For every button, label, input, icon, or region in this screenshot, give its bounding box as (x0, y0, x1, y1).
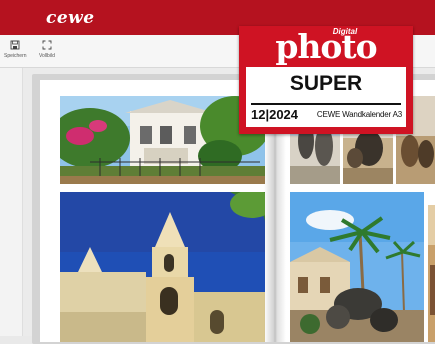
badge-product: CEWE Wandkalender A3 (316, 110, 402, 119)
badge-verdict: SUPER (289, 72, 363, 95)
fullscreen-label: Vollbild (39, 53, 55, 59)
cewe-logo[interactable]: cewe (46, 8, 95, 28)
save-label: Speichern (4, 53, 27, 59)
photo-church[interactable] (60, 192, 265, 342)
badge-issue: 12|2024 (251, 107, 299, 122)
left-panel-edge (0, 68, 23, 336)
badge-divider (251, 103, 401, 105)
photo-villa[interactable] (60, 96, 265, 184)
fullscreen-button[interactable]: Vollbild (39, 40, 55, 59)
fullscreen-icon (42, 40, 52, 50)
award-badge: Digital photo SUPER 12|2024 CEWE Wandkal… (239, 26, 413, 134)
save-button[interactable]: Speichern (4, 40, 27, 59)
photo-edge[interactable] (428, 205, 435, 342)
badge-magazine-logo: photo (275, 27, 377, 66)
badge-panel: SUPER 12|2024 CEWE Wandkalender A3 (246, 67, 406, 127)
save-icon (10, 40, 20, 50)
photo-plaza[interactable] (290, 192, 424, 342)
